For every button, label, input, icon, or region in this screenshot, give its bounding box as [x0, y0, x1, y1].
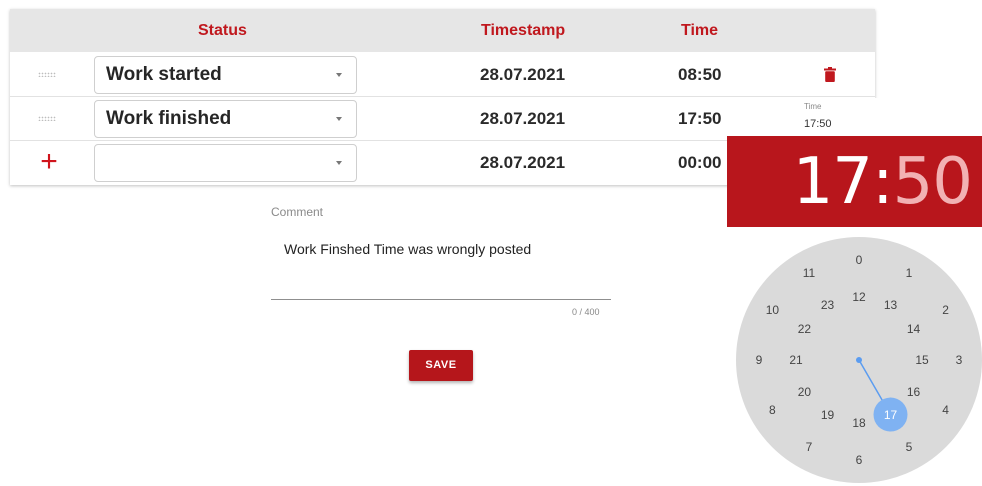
status-select[interactable]: Work finished — [94, 100, 357, 138]
drag-handle-icon[interactable] — [38, 116, 56, 121]
drag-handle-icon[interactable] — [38, 72, 56, 77]
clock-face[interactable]: 0 1 2 3 4 5 6 7 8 9 10 11 12 13 14 15 16 17 18 19 20 21 22 23 — [736, 237, 982, 483]
clock-hour-21[interactable]: 21 — [786, 352, 806, 368]
clock-hour-22[interactable]: 22 — [794, 321, 814, 337]
status-select[interactable] — [94, 144, 357, 182]
table-header: Status Timestamp Time — [10, 9, 875, 52]
comment-label: Comment — [271, 205, 324, 219]
clock-hour-6[interactable]: 6 — [849, 452, 869, 468]
clock-hour-3[interactable]: 3 — [949, 352, 969, 368]
clock-hour-16[interactable]: 16 — [904, 384, 924, 400]
comment-underline — [271, 299, 611, 300]
plus-icon[interactable]: + — [36, 147, 62, 177]
header-status[interactable]: Status — [198, 9, 247, 52]
time-picker-header: 17:50 — [727, 136, 982, 227]
timestamp-cell: 28.07.2021 — [480, 153, 566, 172]
clock-hour-23[interactable]: 23 — [818, 297, 838, 313]
clock-hour-9[interactable]: 9 — [749, 352, 769, 368]
clock-hour-0[interactable]: 0 — [849, 252, 869, 268]
clock-hour-10[interactable]: 10 — [762, 302, 782, 318]
time-separator: : — [872, 145, 894, 219]
save-button[interactable]: SAVE — [409, 350, 473, 381]
clock-hour-1[interactable]: 1 — [899, 265, 919, 281]
time-cell[interactable]: 00:00 — [678, 141, 721, 184]
time-cell[interactable]: 08:50 — [678, 53, 721, 96]
clock-hour-2[interactable]: 2 — [936, 302, 956, 318]
clock-center-dot — [856, 357, 862, 363]
status-select-value: Work started — [106, 64, 222, 85]
selected-time-display: 17:50 — [793, 144, 973, 220]
caret-down-icon — [336, 117, 342, 121]
clock-hour-11[interactable]: 11 — [799, 265, 819, 281]
table-row: Work started 28.07.2021 08:50 — [10, 53, 875, 97]
clock-hour-19[interactable]: 19 — [818, 407, 838, 423]
clock-hour-8[interactable]: 8 — [762, 402, 782, 418]
caret-down-icon — [336, 73, 342, 77]
timestamp-cell: 28.07.2021 — [480, 65, 566, 84]
timestamp-cell: 28.07.2021 — [480, 109, 566, 128]
character-counter: 0 / 400 — [572, 307, 600, 317]
header-timestamp[interactable]: Timestamp — [481, 9, 565, 52]
time-field-label: Time — [804, 102, 822, 111]
time-field-value[interactable]: 17:50 — [804, 118, 832, 130]
clock-hand-layer — [856, 357, 908, 432]
clock-hour-14[interactable]: 14 — [904, 321, 924, 337]
clock-hour-4[interactable]: 4 — [936, 402, 956, 418]
selected-hours[interactable]: 17 — [793, 145, 873, 219]
comment-textarea[interactable]: Work Finshed Time was wrongly posted — [284, 241, 604, 257]
trash-icon[interactable] — [824, 67, 836, 82]
caret-down-icon — [336, 161, 342, 165]
clock-hour-12[interactable]: 12 — [849, 289, 869, 305]
status-select[interactable]: Work started — [94, 56, 357, 94]
time-cell[interactable]: 17:50 — [678, 97, 721, 140]
clock-hour-13[interactable]: 13 — [881, 297, 901, 313]
clock-hour-20[interactable]: 20 — [794, 384, 814, 400]
clock-hour-5[interactable]: 5 — [899, 439, 919, 455]
clock-hour-7[interactable]: 7 — [799, 439, 819, 455]
header-time[interactable]: Time — [681, 9, 718, 52]
clock-hour-17[interactable]: 17 — [881, 407, 901, 423]
status-select-value: Work finished — [106, 108, 232, 129]
selected-minutes[interactable]: 50 — [893, 145, 973, 219]
clock-hour-18[interactable]: 18 — [849, 415, 869, 431]
clock-hour-15[interactable]: 15 — [912, 352, 932, 368]
